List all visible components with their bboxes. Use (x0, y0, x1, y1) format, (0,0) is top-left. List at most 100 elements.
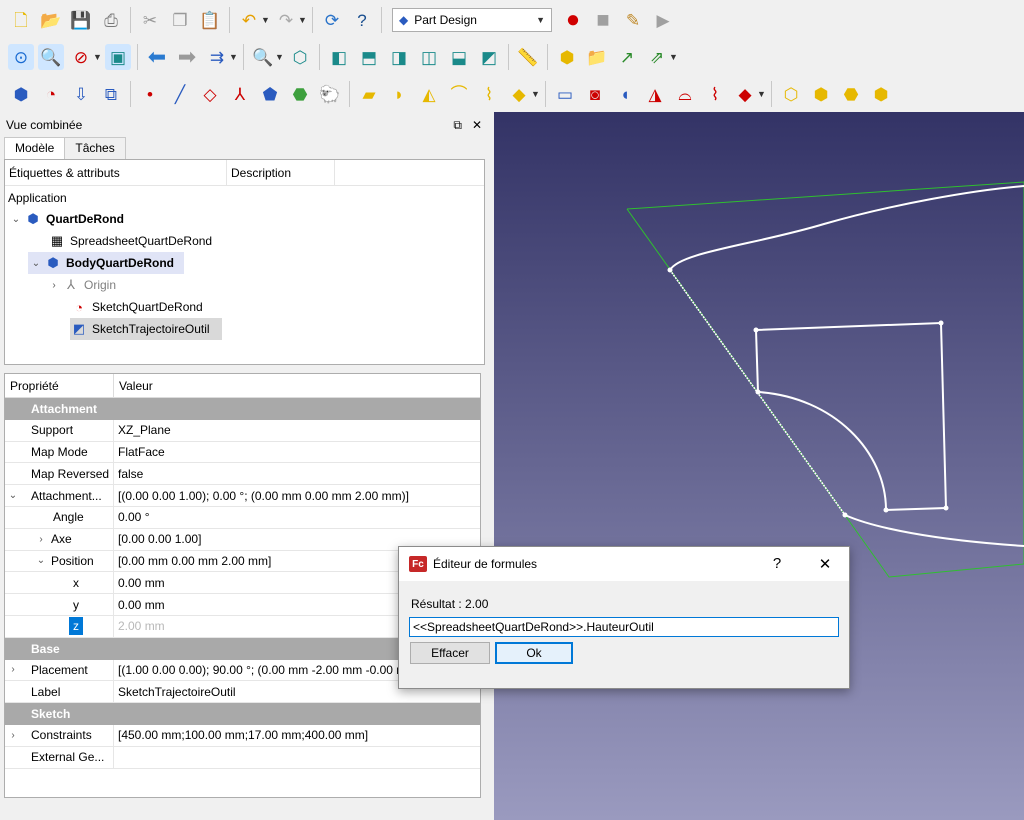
prop-value[interactable]: [(1.00 0.00 0.00); 90.00 °; (0.00 mm -2.… (114, 663, 424, 677)
expand-icon[interactable]: › (5, 730, 21, 741)
workbench-selector[interactable]: ◆ Part Design ▼ (392, 8, 552, 32)
prop-row-map-mode[interactable]: Map Mode FlatFace (5, 441, 480, 464)
cut-icon[interactable]: ✂ (137, 7, 163, 33)
value-col-header[interactable]: Valeur (114, 374, 153, 397)
tab-model[interactable]: Modèle (4, 137, 66, 159)
expand-icon[interactable]: › (31, 534, 51, 545)
prop-row-attachment-offset[interactable]: ⌄ Attachment... [(0.00 0.00 1.00); 0.00 … (5, 485, 480, 507)
sync-view-dropdown-icon[interactable]: ▼ (229, 52, 238, 62)
prop-value[interactable]: [450.00 mm;100.00 mm;17.00 mm;400.00 mm] (114, 728, 368, 742)
additive-primitive-dropdown-icon[interactable]: ▼ (531, 89, 540, 99)
subshape-binder-icon[interactable]: ⬣ (287, 81, 313, 107)
link-dropdown-icon[interactable]: ▼ (669, 52, 678, 62)
subtractive-primitive-icon[interactable]: ◆ (732, 81, 758, 107)
help-button[interactable]: ? (753, 555, 801, 573)
property-col-header[interactable]: Propriété (5, 374, 114, 397)
prop-value[interactable]: FlatFace (114, 445, 165, 459)
create-sketch-icon[interactable]: ◔ (38, 81, 64, 107)
expression-input[interactable]: <<SpreadsheetQuartDeRond>>.HauteurOutil (409, 617, 839, 637)
link-actions-icon[interactable]: ⇗ (644, 44, 670, 70)
prop-row-map-reversed[interactable]: Map Reversed false (5, 463, 480, 486)
prop-value[interactable]: [0.00 mm 0.00 mm 2.00 mm] (114, 554, 271, 568)
draw-style-icon[interactable]: ⊘ (68, 44, 94, 70)
datum-plane-icon[interactable]: ◇ (197, 81, 223, 107)
mirrored-icon[interactable]: ⬡ (778, 81, 804, 107)
tree-item-sketch1[interactable]: ◔ SketchQuartDeRond (70, 296, 203, 318)
tree-item-origin[interactable]: › ⅄ Origin (48, 274, 116, 296)
prop-row-angle[interactable]: Angle 0.00 ° (5, 506, 480, 529)
collapse-icon[interactable]: ⌄ (31, 555, 51, 566)
groove-icon[interactable]: ◖ (612, 81, 638, 107)
link-icon[interactable]: ↗ (614, 44, 640, 70)
additive-pipe-icon[interactable]: ⌒ (446, 81, 472, 107)
measure-icon[interactable]: 📏 (515, 44, 541, 70)
clone-icon[interactable]: 🐑 (317, 81, 343, 107)
prop-row-support[interactable]: Support XZ_Plane (5, 419, 480, 442)
pad-icon[interactable]: ▰ (356, 81, 382, 107)
tree-col-description[interactable]: Description (227, 160, 335, 185)
tree-item-body[interactable]: ⌄ ⬢ BodyQuartDeRond (28, 252, 184, 274)
subtractive-primitive-dropdown-icon[interactable]: ▼ (757, 89, 766, 99)
clear-button[interactable]: Effacer (410, 642, 490, 664)
whats-this-icon[interactable]: ? (349, 7, 375, 33)
float-dock-icon[interactable]: ⧉ (453, 118, 462, 133)
collapse-icon[interactable]: ⌄ (8, 214, 24, 225)
view-bottom-icon[interactable]: ⬓ (446, 44, 472, 70)
additive-primitive-icon[interactable]: ◆ (506, 81, 532, 107)
multi-transform-icon[interactable]: ⬢ (868, 81, 894, 107)
datum-line-icon[interactable]: ╱ (167, 81, 193, 107)
close-icon[interactable]: ✕ (801, 555, 849, 573)
datum-point-icon[interactable]: • (137, 81, 163, 107)
zoom-dropdown-icon[interactable]: ▼ (275, 52, 284, 62)
tree-item-quartderond[interactable]: ⌄ ⬢ QuartDeRond (8, 208, 124, 230)
paste-icon[interactable]: 📋 (197, 7, 223, 33)
expand-icon[interactable]: › (46, 280, 62, 291)
polar-pattern-icon[interactable]: ⬣ (838, 81, 864, 107)
pocket-icon[interactable]: ▭ (552, 81, 578, 107)
forward-arrow-icon[interactable]: ➡ (174, 44, 200, 70)
print-icon[interactable]: ⎙ (98, 7, 124, 33)
view-rear-icon[interactable]: ◫ (416, 44, 442, 70)
save-icon[interactable]: 💾 (68, 7, 94, 33)
subtractive-pipe-icon[interactable]: ⌓ (672, 81, 698, 107)
collapse-icon[interactable]: ⌄ (28, 258, 44, 269)
prop-value[interactable]: 0.00 ° (114, 510, 150, 524)
open-folder-icon[interactable]: 📂 (38, 7, 64, 33)
prop-value[interactable]: 0.00 mm (114, 576, 165, 590)
zoom-icon[interactable]: 🔍 (250, 44, 276, 70)
collapse-icon[interactable]: ⌄ (5, 490, 21, 501)
view-top-icon[interactable]: ⬒ (356, 44, 382, 70)
close-dock-icon[interactable]: ✕ (472, 118, 482, 133)
validate-sketch-icon[interactable]: ⇩ (68, 81, 94, 107)
prop-value[interactable]: [(0.00 0.00 1.00); 0.00 °; (0.00 mm 0.00… (114, 489, 409, 503)
stop-macro-icon[interactable]: ■ (590, 7, 616, 33)
prop-value[interactable]: SketchTrajectoireOutil (114, 685, 236, 699)
tab-tasks[interactable]: Tâches (64, 137, 126, 159)
back-arrow-icon[interactable]: ⬅ (144, 44, 170, 70)
local-cs-icon[interactable]: ⅄ (227, 81, 253, 107)
view-right-icon[interactable]: ◨ (386, 44, 412, 70)
ok-button[interactable]: Ok (495, 642, 573, 664)
prop-row-external-geometry[interactable]: External Ge... (5, 746, 480, 769)
undo-dropdown-icon[interactable]: ▼ (261, 15, 270, 25)
prop-value[interactable]: [0.00 0.00 1.00] (114, 532, 201, 546)
fit-selection-icon[interactable]: 🔍 (38, 44, 64, 70)
prop-value[interactable]: 0.00 mm (114, 598, 165, 612)
edit-macro-icon[interactable]: ✎ (620, 7, 646, 33)
view-left-icon[interactable]: ◩ (476, 44, 502, 70)
map-sketch-icon[interactable]: ⧉ (98, 81, 124, 107)
record-macro-icon[interactable]: ● (560, 7, 586, 33)
fit-all-icon[interactable]: ⊙ (8, 44, 34, 70)
refresh-icon[interactable]: ⟳ (319, 7, 345, 33)
hole-icon[interactable]: ◙ (582, 81, 608, 107)
prop-value[interactable]: false (114, 467, 143, 481)
redo-dropdown-icon[interactable]: ▼ (298, 15, 307, 25)
shape-binder-icon[interactable]: ⬟ (257, 81, 283, 107)
prop-row-constraints[interactable]: › Constraints [450.00 mm;100.00 mm;17.00… (5, 724, 480, 747)
linear-pattern-icon[interactable]: ⬢ (808, 81, 834, 107)
tree-item-spreadsheet[interactable]: ▦ SpreadsheetQuartDeRond (48, 230, 212, 252)
sync-view-icon[interactable]: ⇉ (204, 44, 230, 70)
undo-icon[interactable]: ↶ (236, 7, 262, 33)
run-macro-icon[interactable]: ▶ (650, 7, 676, 33)
subtractive-helix-icon[interactable]: ⌇ (702, 81, 728, 107)
